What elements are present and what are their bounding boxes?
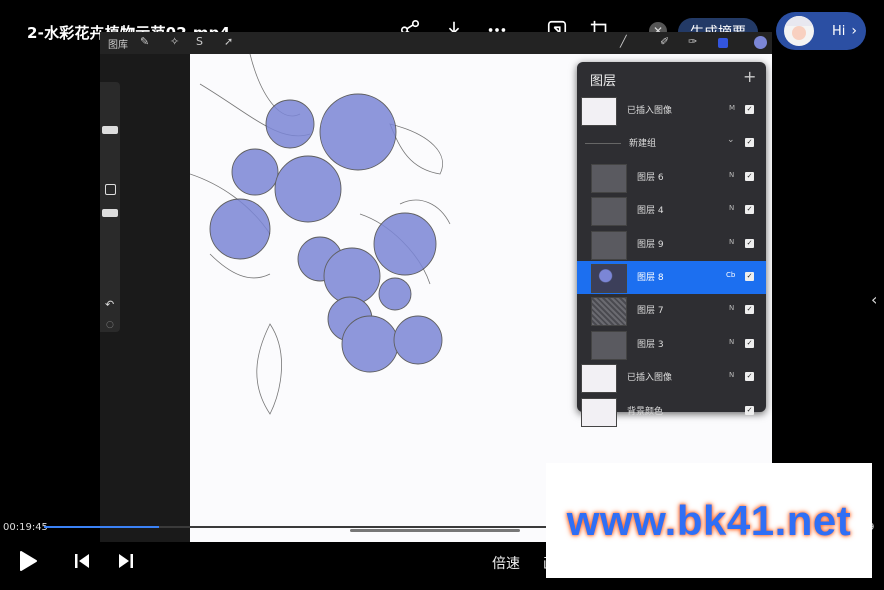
layer-row[interactable]: 图层 3 N ✓ (577, 328, 766, 361)
layer-name: 图层 3 (637, 339, 664, 350)
layer-row[interactable]: 已插入图像 N ✓ (577, 361, 766, 394)
blend-mode-label[interactable]: N (729, 338, 734, 346)
gallery-button: 图库 (108, 40, 128, 51)
assistant-button[interactable]: Hi › (776, 12, 866, 50)
redo-icon[interactable]: ○ (106, 320, 114, 330)
visibility-checkbox[interactable]: ✓ (745, 338, 754, 348)
layer-row[interactable]: 新建组 ⌄ ✓ (577, 127, 766, 160)
visibility-checkbox[interactable]: ✓ (745, 205, 754, 215)
visibility-checkbox[interactable]: ✓ (745, 272, 754, 281)
blend-mode-label[interactable]: M (729, 104, 735, 112)
layers-title: 图层 (590, 74, 617, 89)
undo-icon[interactable]: ↶ (105, 298, 114, 311)
brush-icon: ╱ (620, 35, 627, 48)
layer-row[interactable]: 图层 9 N ✓ (577, 228, 766, 261)
eraser-icon: ✑ (688, 35, 698, 48)
layer-thumbnail (591, 264, 627, 293)
blend-mode-label[interactable]: N (729, 371, 734, 379)
layer-name: 图层 9 (637, 239, 664, 250)
selection-icon: S (196, 35, 203, 48)
layer-row[interactable]: 已插入图像 M ✓ (577, 94, 766, 127)
layer-name: 已插入图像 (627, 373, 673, 384)
layer-name: 新建组 (629, 139, 657, 150)
visibility-checkbox[interactable]: ✓ (745, 138, 754, 148)
layer-row[interactable]: 图层 4 N ✓ (577, 194, 766, 227)
add-layer-icon[interactable]: + (743, 67, 756, 86)
layer-name: 图层 6 (637, 172, 664, 183)
blend-mode-label[interactable]: N (729, 171, 734, 179)
elapsed-time: 00:19:45 (3, 522, 48, 533)
layer-thumbnail (591, 230, 627, 260)
layer-row[interactable]: 背景颜色 ✓ (577, 395, 766, 428)
visibility-checkbox[interactable]: ✓ (745, 238, 754, 248)
watermark: www.bk41.net (546, 463, 872, 578)
previous-icon[interactable] (73, 553, 91, 569)
wand-icon: ✧ (170, 35, 180, 48)
blend-mode-label[interactable]: Cb (726, 271, 735, 279)
blend-mode-label[interactable]: N (729, 304, 734, 312)
home-indicator (350, 529, 520, 532)
layer-name: 图层 8 (637, 273, 664, 283)
opacity-slider[interactable] (102, 209, 118, 217)
chevron-down-icon[interactable]: ⌄ (727, 135, 735, 145)
visibility-checkbox[interactable]: ✓ (745, 105, 754, 114)
layer-thumbnail (581, 397, 617, 427)
layer-name: 图层 4 (637, 206, 664, 217)
layer-name: 背景颜色 (627, 406, 664, 417)
blend-mode-label[interactable]: N (729, 238, 734, 246)
layers-icon (718, 38, 728, 48)
avatar (784, 16, 814, 46)
layer-thumbnail (591, 197, 627, 227)
layer-row[interactable]: 图层 7 N ✓ (577, 294, 766, 327)
layer-thumbnail (591, 330, 627, 360)
layer-name: 已插入图像 (627, 106, 673, 116)
chevron-left-icon[interactable]: ‹ (871, 290, 877, 309)
visibility-checkbox[interactable]: ✓ (745, 171, 754, 181)
layer-thumbnail (591, 163, 627, 193)
progress-fill (44, 526, 159, 528)
chevron-right-icon: › (851, 23, 857, 39)
group-line (585, 143, 621, 145)
layer-row[interactable]: 图层 6 N ✓ (577, 161, 766, 194)
layer-thumbnail (581, 364, 617, 394)
layer-name: 图层 7 (637, 306, 664, 317)
layers-panel: 图层 + 已插入图像 M ✓ 新建组 ⌄ ✓ 图层 6 N ✓ 图层 4 N ✓ 图层 9 N ✓ 图层 8 C… (577, 62, 766, 427)
assistant-label: Hi (832, 23, 846, 39)
blend-mode-label[interactable]: N (729, 204, 734, 212)
layer-row[interactable]: 图层 8 Cb ✓ (577, 261, 766, 294)
transform-icon: ➚ (224, 35, 234, 48)
smudge-icon: ✐ (660, 35, 670, 48)
visibility-checkbox[interactable]: ✓ (745, 372, 754, 382)
speed-button[interactable]: 倍速 (492, 553, 520, 573)
color-swatch (754, 36, 767, 49)
brush-size-panel: ↶ ○ (100, 82, 120, 332)
layer-thumbnail (581, 97, 617, 126)
next-icon[interactable] (117, 553, 135, 569)
watermark-text: www.bk41.net (566, 496, 852, 544)
modify-button[interactable] (105, 184, 116, 195)
play-button[interactable] (17, 550, 39, 572)
layer-thumbnail (591, 297, 627, 327)
brush-size-slider[interactable] (102, 126, 118, 134)
visibility-checkbox[interactable]: ✓ (745, 305, 754, 315)
procreate-toolbar: 图库 ✎ ✧ S ➚ ╱ ✐ ✑ (100, 32, 772, 54)
visibility-checkbox[interactable]: ✓ (745, 405, 754, 415)
wrench-icon: ✎ (140, 35, 150, 48)
